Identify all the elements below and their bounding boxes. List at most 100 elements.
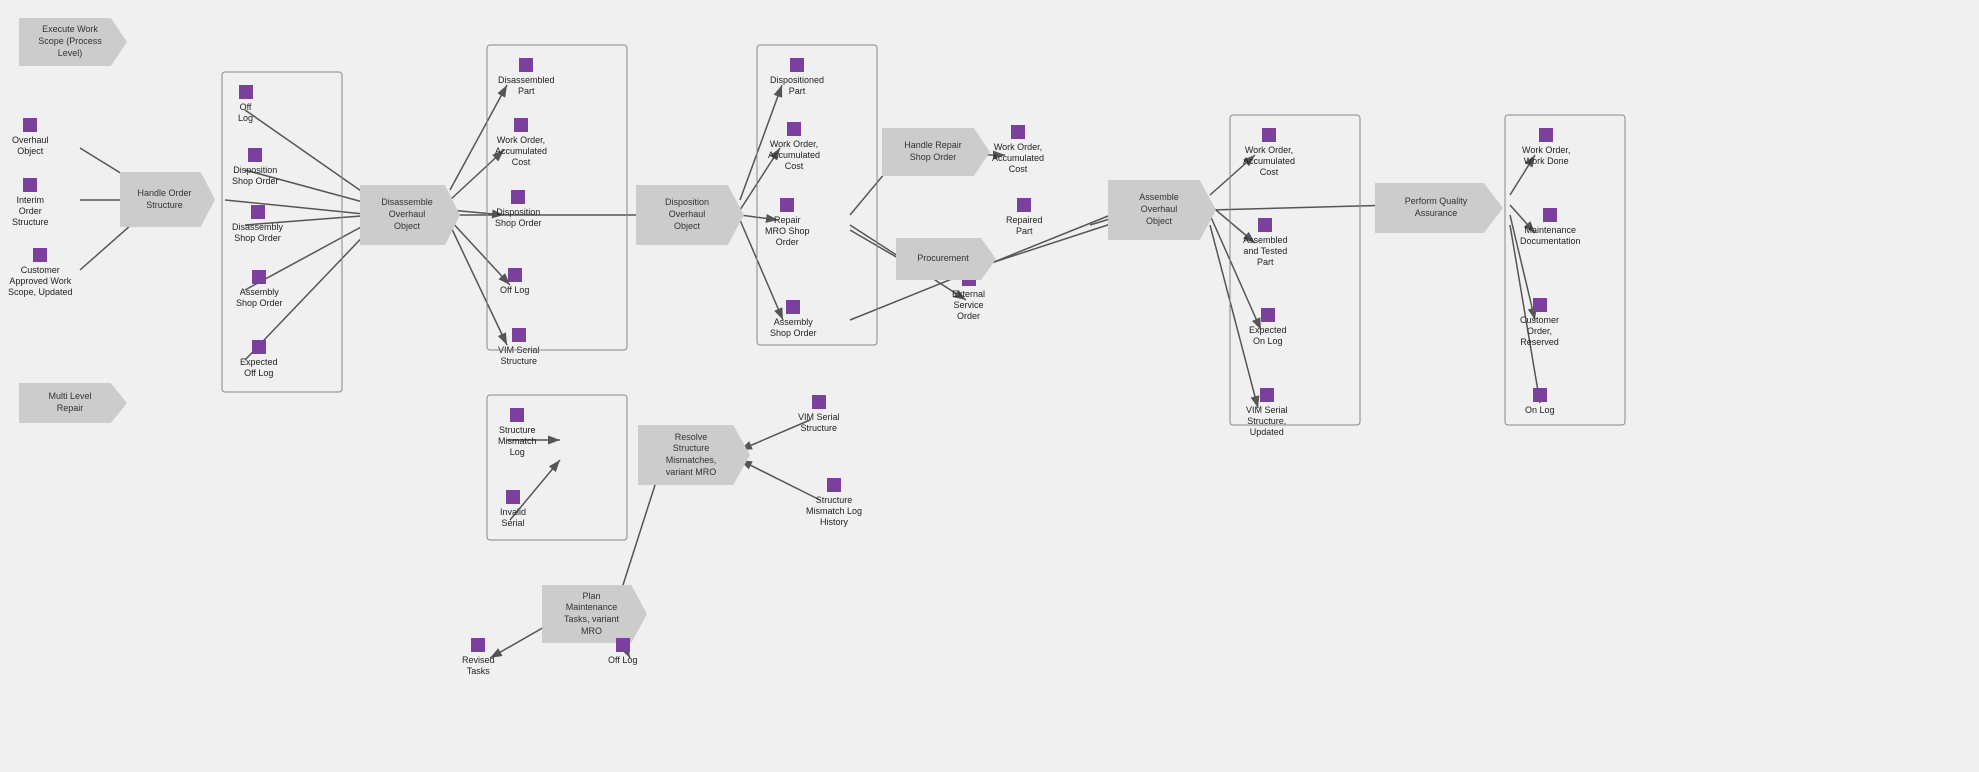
assembled-tested-part: Assembledand TestedPart (1243, 218, 1288, 267)
disassembled-part-label: DisassembledPart (498, 75, 555, 97)
procurement: Procurement (896, 238, 996, 280)
invalid-serial-label: InvalidSerial (500, 507, 526, 529)
overhaul-object: OverhaulObject (12, 118, 49, 157)
disposition-overhaul-object: DispositionOverhaulObject (636, 185, 744, 245)
work-order-work-done-label: Work Order,Work Done (1522, 145, 1570, 167)
disposition-overhaul-object-shape: DispositionOverhaulObject (636, 185, 744, 245)
vim-serial-structure-2-label: VIM SerialStructure (798, 412, 840, 434)
work-order-acc-cost-3-label: Work Order,AccumulatedCost (992, 142, 1044, 174)
vim-serial-structure-2: VIM SerialStructure (798, 395, 840, 434)
customer-approved-icon (33, 248, 47, 262)
work-order-acc-cost-2-icon (787, 122, 801, 136)
perform-quality-assurance-shape: Perform QualityAssurance (1375, 183, 1503, 233)
customer-approved-label: CustomerApproved WorkScope, Updated (8, 265, 73, 297)
disposition-overhaul-object-label: DispositionOverhaulObject (665, 197, 709, 232)
perform-quality-assurance: Perform QualityAssurance (1375, 183, 1503, 233)
expected-on-log: ExpectedOn Log (1249, 308, 1287, 347)
on-log-label: On Log (1525, 405, 1555, 416)
external-service-order-label: ExternalServiceOrder (952, 289, 985, 321)
work-order-acc-cost-4: Work Order,AccumulatedCost (1243, 128, 1295, 177)
handle-repair-shop-order: Handle RepairShop Order (882, 128, 990, 176)
work-order-acc-cost-1-icon (514, 118, 528, 132)
disassemble-overhaul-object: DisassembleOverhaulObject (360, 185, 460, 245)
interim-order-structure-label: InterimOrderStructure (12, 195, 49, 227)
handle-order-structure-shape: Handle OrderStructure (120, 172, 215, 227)
disassemble-overhaul-object-shape: DisassembleOverhaulObject (360, 185, 460, 245)
multi-level-repair: Multi LevelRepair (18, 383, 128, 423)
disassemble-overhaul-object-label: DisassembleOverhaulObject (381, 197, 433, 232)
off-log-3-label: Off Log (608, 655, 637, 666)
expected-on-log-label: ExpectedOn Log (1249, 325, 1287, 347)
assembly-shop-order-1: AssemblyShop Order (236, 270, 283, 309)
maintenance-documentation: MaintenanceDocumentation (1520, 208, 1581, 247)
structure-mismatch-log-1-icon (510, 408, 524, 422)
off-log-3: Off Log (608, 638, 637, 666)
assembly-shop-order-2-icon (786, 300, 800, 314)
vim-serial-structure-updated-label: VIM SerialStructure,Updated (1246, 405, 1288, 437)
disposition-shop-order-2-icon (511, 190, 525, 204)
disassembly-shop-order-icon (251, 205, 265, 219)
customer-order-reserved: CustomerOrder,Reserved (1520, 298, 1559, 347)
execute-work-scope: Execute WorkScope (ProcessLevel) (18, 18, 128, 66)
expected-off-log-icon (252, 340, 266, 354)
work-order-acc-cost-2-label: Work Order,AccumulatedCost (768, 139, 820, 171)
customer-approved-work-scope: CustomerApproved WorkScope, Updated (8, 248, 73, 297)
work-order-acc-cost-4-label: Work Order,AccumulatedCost (1243, 145, 1295, 177)
repaired-part: RepairedPart (1006, 198, 1043, 237)
assembly-shop-order-1-icon (252, 270, 266, 284)
work-order-acc-cost-2: Work Order,AccumulatedCost (768, 122, 820, 171)
plan-maintenance-tasks-label: PlanMaintenanceTasks, variantMRO (564, 591, 619, 638)
multi-level-repair-shape: Multi LevelRepair (19, 383, 127, 423)
off-log-3-icon (616, 638, 630, 652)
revised-tasks-icon (471, 638, 485, 652)
assembled-tested-part-label: Assembledand TestedPart (1243, 235, 1288, 267)
invalid-serial: InvalidSerial (500, 490, 526, 529)
work-order-acc-cost-1: Work Order,AccumulatedCost (495, 118, 547, 167)
vim-serial-structure-1: VIM SerialStructure (498, 328, 540, 367)
perform-quality-assurance-label: Perform QualityAssurance (1405, 196, 1468, 219)
off-log-2-icon (508, 268, 522, 282)
overhaul-object-label: OverhaulObject (12, 135, 49, 157)
off-log-2-label: Off Log (500, 285, 529, 296)
repaired-part-icon (1017, 198, 1031, 212)
disposition-shop-order-2: DispositionShop Order (495, 190, 542, 229)
invalid-serial-icon (506, 490, 520, 504)
work-order-work-done: Work Order,Work Done (1522, 128, 1570, 167)
dispositioned-part: DispositionedPart (770, 58, 824, 97)
off-log-1: OffLog (238, 85, 253, 124)
customer-order-reserved-label: CustomerOrder,Reserved (1520, 315, 1559, 347)
vim-serial-structure-updated-icon (1260, 388, 1274, 402)
dispositioned-part-label: DispositionedPart (770, 75, 824, 97)
procurement-shape: Procurement (896, 238, 996, 280)
on-log-icon (1533, 388, 1547, 402)
structure-mismatch-log-1-label: StructureMismatchLog (498, 425, 537, 457)
assembled-tested-part-icon (1258, 218, 1272, 232)
handle-order-structure-label: Handle OrderStructure (137, 188, 191, 211)
on-log: On Log (1525, 388, 1555, 416)
execute-work-scope-shape: Execute WorkScope (ProcessLevel) (19, 18, 127, 66)
plan-maintenance-tasks-shape: PlanMaintenanceTasks, variantMRO (542, 585, 647, 643)
disassembled-part-icon (519, 58, 533, 72)
structure-mismatch-log-history: StructureMismatch LogHistory (806, 478, 862, 527)
disassembly-shop-order: DisassemblyShop Order (232, 205, 283, 244)
expected-off-log-label: ExpectedOff Log (240, 357, 278, 379)
off-log-1-label: OffLog (238, 102, 253, 124)
disposition-shop-order-1-icon (248, 148, 262, 162)
structure-mismatch-log-history-icon (827, 478, 841, 492)
arrows-layer (0, 0, 1979, 772)
resolve-structure-mismatches-shape: ResolveStructureMismatches,variant MRO (638, 425, 750, 485)
vim-serial-structure-updated: VIM SerialStructure,Updated (1246, 388, 1288, 437)
structure-mismatch-log-1: StructureMismatchLog (498, 408, 537, 457)
execute-work-scope-label: Execute WorkScope (ProcessLevel) (38, 24, 102, 59)
handle-repair-shop-order-label: Handle RepairShop Order (904, 140, 962, 163)
assembly-shop-order-1-label: AssemblyShop Order (236, 287, 283, 309)
repair-mro-shop-order-label: RepairMRO ShopOrder (765, 215, 810, 247)
work-order-acc-cost-3-icon (1011, 125, 1025, 139)
maintenance-documentation-icon (1543, 208, 1557, 222)
interim-order-structure: InterimOrderStructure (12, 178, 49, 227)
overhaul-object-icon (23, 118, 37, 132)
off-log-1-icon (239, 85, 253, 99)
disposition-shop-order-1: DispositionShop Order (232, 148, 279, 187)
maintenance-documentation-label: MaintenanceDocumentation (1520, 225, 1581, 247)
resolve-structure-mismatches-label: ResolveStructureMismatches,variant MRO (666, 432, 717, 479)
